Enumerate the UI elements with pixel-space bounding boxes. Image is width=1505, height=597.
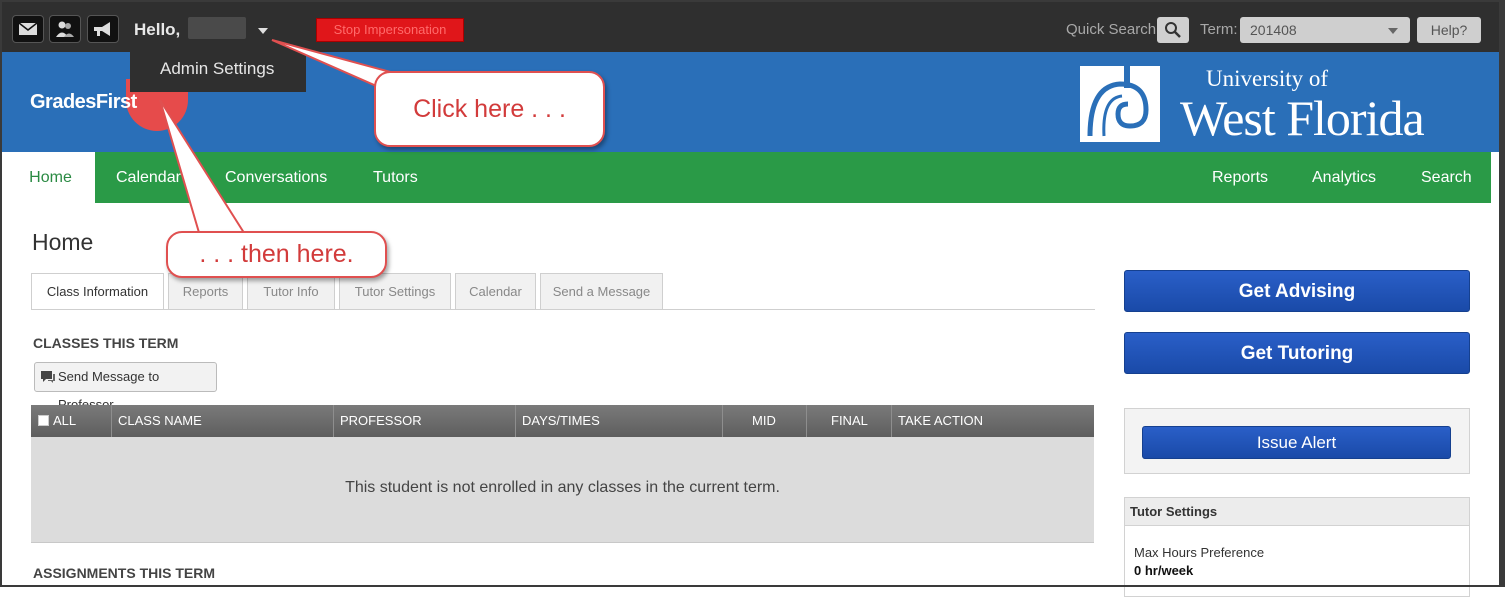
term-label: Term: [1200,21,1238,38]
column-professor: PROFESSOR [333,405,516,437]
tab-calendar[interactable]: Calendar [455,273,536,309]
get-tutoring-button[interactable]: Get Tutoring [1124,332,1470,374]
callout-then-here: . . . then here. [166,231,387,278]
nav-search[interactable]: Search [1421,152,1472,203]
top-bar: Hello, Stop Impersonation Quick Search: … [0,0,1505,52]
send-message-to-professor-button[interactable]: Send Message to Professor [34,362,217,412]
mail-icon[interactable] [12,15,44,43]
issue-alert-button[interactable]: Issue Alert [1142,426,1451,459]
column-class-name: CLASS NAME [111,405,334,437]
search-icon [1165,22,1181,38]
assignments-heading: ASSIGNMENTS THIS TERM [33,565,216,581]
term-select[interactable]: 201408 [1240,17,1410,43]
callout-click-here: Click here . . . [374,71,605,147]
chevron-down-icon [1388,28,1398,34]
nav-conversations[interactable]: Conversations [225,152,327,203]
max-hours-label: Max Hours Preference [1134,545,1265,560]
classes-table-header: ALL CLASS NAME PROFESSOR DAYS/TIMES MID … [31,405,1094,437]
quick-search-label: Quick Search: [1066,21,1161,38]
tab-send-message[interactable]: Send a Message [540,273,663,309]
column-all-label: ALL [53,413,77,428]
help-button[interactable]: Help? [1417,17,1481,43]
term-value: 201408 [1250,22,1297,38]
user-name-redacted[interactable] [188,17,246,39]
column-days-times: DAYS/TIMES [515,405,723,437]
nav-reports[interactable]: Reports [1212,152,1268,203]
uwf-logo-mark [1080,66,1160,142]
tab-tutor-settings[interactable]: Tutor Settings [339,273,451,309]
nav-calendar[interactable]: Calendar [116,152,181,203]
classes-table-body: This student is not enrolled in any clas… [31,437,1094,543]
user-menu-dropdown: Admin Settings [130,48,306,92]
select-all-checkbox[interactable] [38,415,49,426]
column-mid: MID [722,405,807,437]
megaphone-icon[interactable] [87,15,119,43]
nav-analytics[interactable]: Analytics [1312,152,1376,203]
search-button[interactable] [1157,17,1189,43]
tutor-settings-title: Tutor Settings [1125,498,1469,526]
speech-bubble-icon [41,371,55,383]
max-hours-value: 0 hr/week [1134,563,1194,578]
column-final: FINAL [806,405,892,437]
column-take-action: TAKE ACTION [898,413,983,428]
admin-settings-menu-item[interactable]: Admin Settings [160,59,274,79]
page-title: Home [32,229,94,255]
tab-tutor-info[interactable]: Tutor Info [247,273,335,309]
tutor-settings-panel: Tutor Settings Max Hours Preference 0 hr… [1124,497,1470,597]
greeting-text: Hello, [134,20,181,39]
tab-class-information[interactable]: Class Information [31,273,164,310]
classes-heading: CLASSES THIS TERM [33,335,179,351]
tab-divider [31,309,1095,310]
main-nav: Home Calendar Conversations Tutors Repor… [6,152,1491,203]
empty-classes-message: This student is not enrolled in any clas… [345,479,780,496]
stop-impersonation-button[interactable]: Stop Impersonation [316,18,464,42]
nav-home[interactable]: Home [6,152,95,203]
gradesfirst-logo[interactable]: GradesFirst [30,91,137,114]
nav-tutors[interactable]: Tutors [373,152,418,203]
get-advising-button[interactable]: Get Advising [1124,270,1470,312]
university-name-line2: West Florida [1180,90,1425,146]
user-group-icon[interactable] [49,15,81,43]
tab-reports[interactable]: Reports [168,273,243,309]
column-all[interactable]: ALL [31,405,112,437]
chevron-down-icon[interactable] [258,28,268,34]
